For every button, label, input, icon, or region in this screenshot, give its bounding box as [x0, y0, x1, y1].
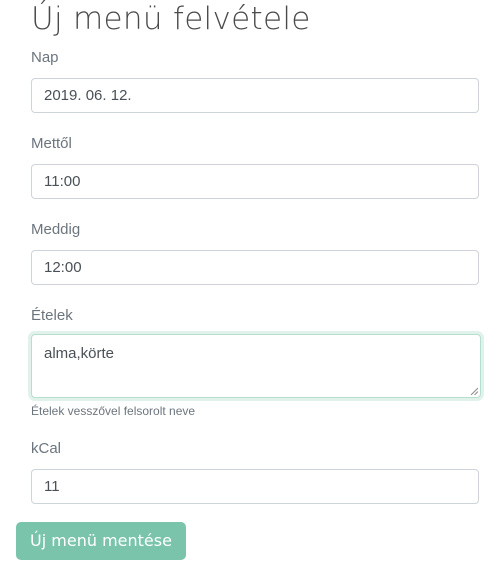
from-time-field[interactable]: 11:00: [31, 164, 479, 199]
foods-textarea-value: alma,körte: [44, 345, 115, 362]
date-field[interactable]: 2019. 06. 12.: [31, 78, 479, 113]
foods-textarea[interactable]: alma,körte: [31, 334, 481, 398]
to-time-label: Meddig: [31, 221, 81, 238]
page-title: Új menü felvétele: [31, 1, 311, 37]
kcal-field[interactable]: 11: [31, 469, 479, 504]
date-label: Nap: [31, 49, 59, 66]
resize-handle-icon[interactable]: [470, 387, 478, 395]
foods-help-text: Ételek vesszővel felsorolt neve: [31, 404, 196, 418]
foods-label: Ételek: [31, 307, 73, 324]
to-time-field[interactable]: 12:00: [31, 250, 479, 285]
from-time-label: Mettől: [31, 135, 72, 152]
kcal-label: kCal: [31, 440, 62, 457]
save-menu-button[interactable]: Új menü mentése: [16, 522, 186, 560]
